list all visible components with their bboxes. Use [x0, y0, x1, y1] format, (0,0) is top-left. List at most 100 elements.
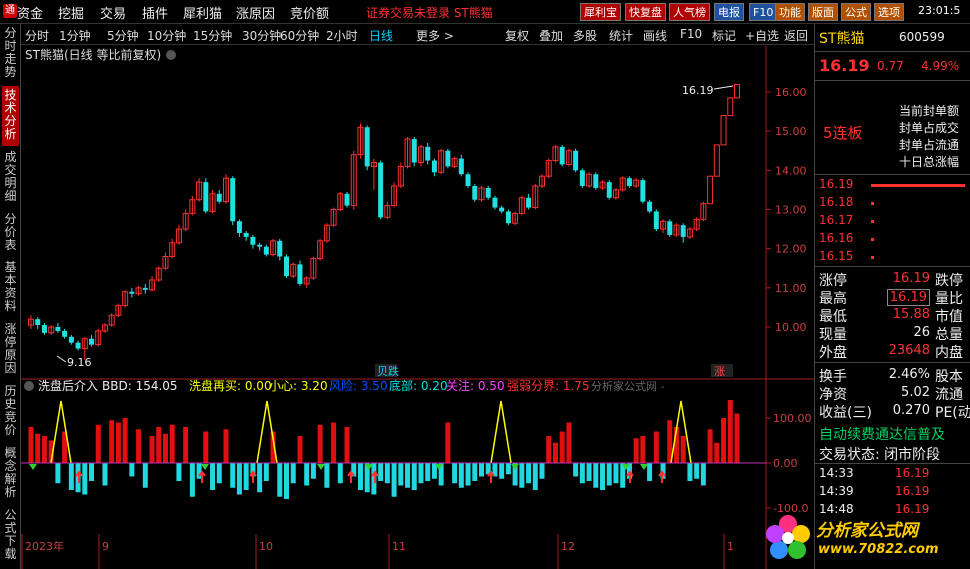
tool-7[interactable]: +自选: [745, 27, 779, 44]
oscillator-bar: [284, 463, 290, 499]
indicator-menu-icon[interactable]: [24, 381, 34, 391]
oscillator-bar: [183, 427, 189, 463]
candle-body: [89, 338, 95, 345]
tool-6[interactable]: 标记: [712, 27, 736, 44]
candle-body: [445, 150, 451, 167]
oscillator-bar: [169, 424, 175, 463]
oscillator-bar: [606, 463, 612, 486]
left-tab-7[interactable]: 概念解析: [2, 444, 19, 504]
oscillator-bar: [109, 420, 115, 463]
left-tab-4[interactable]: 基本资料: [2, 258, 19, 318]
indicator-name: 洗盘后介入: [38, 378, 98, 393]
price-tick-label: 11.00: [775, 282, 807, 295]
left-tab-3[interactable]: 分价表: [2, 210, 19, 256]
tool-0[interactable]: 复权: [505, 27, 529, 44]
oscillator-bar: [452, 463, 458, 484]
tool-4[interactable]: 画线: [643, 27, 667, 44]
stock-name: ST熊猫: [819, 31, 865, 47]
high-price-label: 16.19: [682, 84, 714, 97]
oscillator-bar: [317, 424, 323, 463]
login-status: 证券交易未登录 ST熊猫: [366, 6, 493, 20]
stat-value-5: 2.46%: [888, 367, 930, 382]
period-9[interactable]: 更多 >: [416, 27, 454, 44]
candle-body: [216, 193, 222, 202]
indicator-source: 分析家公式网 -: [591, 379, 664, 393]
period-6[interactable]: 60分钟: [280, 27, 319, 44]
oscillator-bar: [526, 463, 532, 484]
period-8[interactable]: 日线: [369, 27, 393, 44]
period-0[interactable]: 分时: [25, 27, 49, 44]
candle-body: [505, 211, 511, 224]
kline-chart[interactable]: ST熊猫(日线 等比前复权) 16.00 15.00 14.00 13.00 12.00…: [21, 46, 814, 569]
oscillator-bar: [257, 463, 263, 493]
candle-body: [647, 201, 653, 212]
header-button-3[interactable]: 电报: [714, 3, 744, 21]
menu-item-3[interactable]: 插件: [142, 3, 168, 22]
header-button-1[interactable]: 快复盘: [625, 3, 666, 21]
stat-label-4: 外盘: [819, 345, 847, 361]
left-tab-2[interactable]: 成交明细: [2, 148, 19, 208]
menu-item-6[interactable]: 竞价额: [290, 3, 329, 22]
tool-5[interactable]: F10: [680, 27, 702, 41]
tool-3[interactable]: 统计: [609, 27, 633, 44]
candle-body: [284, 256, 290, 277]
left-tab-5[interactable]: 涨停原因: [2, 320, 19, 380]
stat-label2-1: 量比: [935, 291, 963, 307]
oscillator-bar: [405, 463, 411, 488]
oscillator-bar: [727, 400, 733, 463]
left-tab-8[interactable]: 公式下载: [2, 506, 19, 566]
candle-body: [263, 246, 269, 255]
auto-renew-promo[interactable]: 自动续费通达信普及: [819, 424, 945, 444]
oscillator-bar: [236, 463, 242, 495]
left-tab-6[interactable]: 历史竞价: [2, 382, 19, 442]
header-button-5[interactable]: 功能: [775, 3, 805, 21]
menu-item-5[interactable]: 涨原因: [236, 3, 275, 22]
candle-body: [257, 244, 263, 247]
tool-8[interactable]: 返回: [784, 27, 808, 44]
oscillator-bar: [28, 427, 34, 463]
period-2[interactable]: 5分钟: [107, 27, 139, 44]
left-tab-0[interactable]: 分时走势: [2, 24, 19, 84]
chart-menu-icon[interactable]: [166, 50, 176, 60]
tool-2[interactable]: 多股: [573, 27, 597, 44]
header-button-2[interactable]: 人气榜: [669, 3, 710, 21]
oscillator-bar: [478, 463, 484, 477]
header-button-6[interactable]: 版面: [808, 3, 838, 21]
menu-item-2[interactable]: 交易: [100, 3, 126, 22]
header-button-7[interactable]: 公式: [841, 3, 871, 21]
oscillator-bar: [176, 463, 182, 481]
date-tick-label: 11: [392, 540, 406, 553]
left-tab-1[interactable]: 技术分析: [2, 86, 19, 146]
oscillator-bar: [600, 463, 606, 490]
period-4[interactable]: 15分钟: [193, 27, 232, 44]
header-button-0[interactable]: 犀利宝: [580, 3, 621, 21]
indicator-fengxian: 风险: 3.50: [329, 378, 388, 393]
oscillator-bar: [586, 463, 592, 481]
period-1[interactable]: 1分钟: [59, 27, 91, 44]
flower-logo-icon: [766, 515, 810, 559]
menu-item-0[interactable]: 资金: [17, 3, 43, 22]
oscillator-bar: [579, 463, 585, 484]
indicator-qiangruo: 强弱分界: 1.75: [507, 379, 590, 393]
header-button-8[interactable]: 选项: [874, 3, 904, 21]
oscillator-bar: [505, 463, 511, 475]
candle-body: [593, 174, 599, 188]
app-logo-icon[interactable]: 通: [3, 4, 17, 18]
menu-item-4[interactable]: 犀利猫: [183, 3, 222, 22]
menu-item-1[interactable]: 挖掘: [58, 3, 84, 22]
period-5[interactable]: 30分钟: [242, 27, 281, 44]
tool-1[interactable]: 叠加: [539, 27, 563, 44]
last-price: 16.19: [819, 56, 870, 75]
oscillator-bar: [378, 463, 384, 481]
oscillator-bar: [384, 463, 390, 484]
trade-state: 交易状态: 闭市阶段: [819, 447, 941, 463]
oscillator-bar: [142, 463, 148, 488]
stat-label-0: 涨停: [819, 273, 847, 289]
header-button-4[interactable]: F10: [749, 3, 778, 21]
period-3[interactable]: 10分钟: [147, 27, 186, 44]
left-tab-bar: 分时走势技术分析成交明细分价表基本资料涨停原因历史竞价概念解析公式下载: [0, 24, 21, 569]
period-7[interactable]: 2小时: [326, 27, 358, 44]
candle-body: [492, 197, 498, 208]
oscillator-bar: [465, 463, 471, 486]
candle-body: [680, 225, 686, 237]
